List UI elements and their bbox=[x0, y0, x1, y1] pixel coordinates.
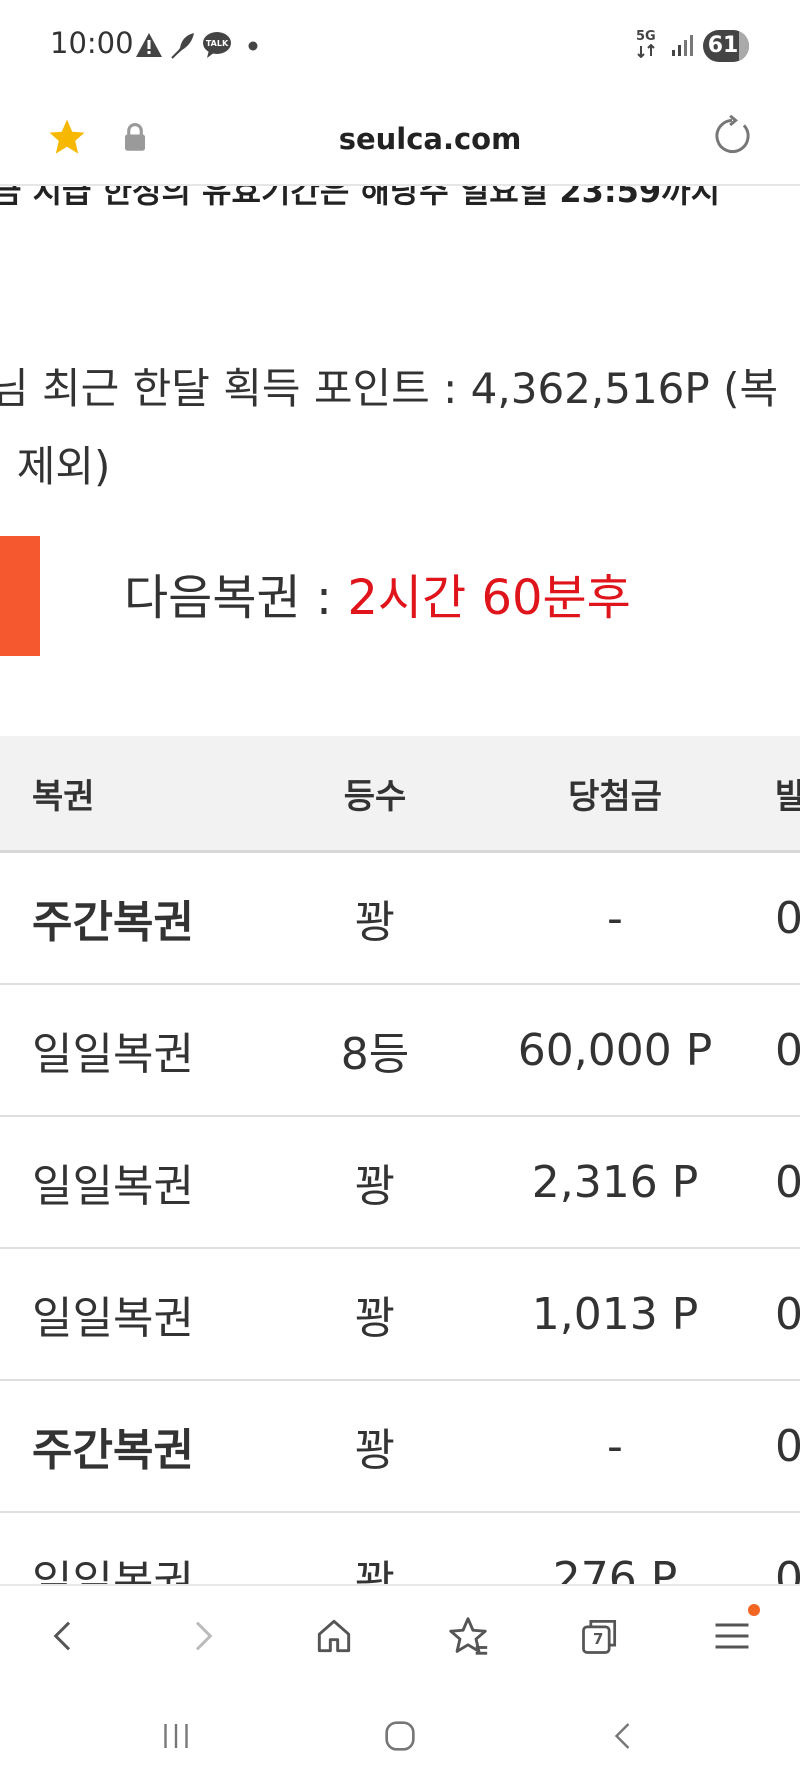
cell-prize: 60,000 P bbox=[517, 1024, 713, 1076]
cell-rank: 8등 bbox=[340, 1029, 410, 1080]
forward-button[interactable] bbox=[170, 1604, 234, 1668]
home-icon bbox=[317, 1619, 351, 1653]
menu-button[interactable] bbox=[700, 1604, 764, 1668]
system-back-icon bbox=[614, 1723, 630, 1749]
cell-rank: 꽝 bbox=[354, 1425, 396, 1476]
monthly-points-line-2: · 제외) bbox=[0, 442, 111, 491]
url-text[interactable]: seulca.com bbox=[0, 122, 800, 156]
recent-apps-icon bbox=[164, 1724, 188, 1748]
table-row: 주간복권 꽝 - 0 bbox=[0, 1381, 800, 1513]
cell-extra: 0 bbox=[775, 1420, 800, 1472]
bookmarks-star-icon bbox=[449, 1617, 488, 1655]
header-rank: 등수 bbox=[343, 776, 407, 817]
battery-icon: 61 bbox=[703, 30, 749, 62]
next-lottery-countdown: 다음복권 : 2시간 60분후 bbox=[124, 558, 631, 628]
lottery-scratch-button[interactable] bbox=[0, 536, 40, 656]
chevron-right-icon bbox=[195, 1621, 213, 1651]
warning-icon bbox=[136, 33, 162, 57]
tabs-button[interactable]: 7 bbox=[568, 1604, 632, 1668]
notice-text: 금 지급 한정의 유효기간은 해당주 일요일 23:59까지 bbox=[0, 186, 721, 210]
table-row: 주간복권 꽝 - 0 bbox=[0, 853, 800, 985]
tab-count: 7 bbox=[593, 1630, 604, 1648]
table-row: 일일복권 꽝 276 P 0 bbox=[0, 1513, 800, 1585]
cell-prize: - bbox=[607, 1420, 623, 1472]
next-lottery-label: 다음복권 : bbox=[124, 570, 348, 626]
cell-rank: 꽝 bbox=[354, 1293, 396, 1344]
chevron-left-icon bbox=[53, 1621, 71, 1651]
cell-rank: 꽝 bbox=[354, 1557, 396, 1584]
page-content: 금 지급 한정의 유효기간은 해당주 일요일 23:59까지 님 최근 한달 획… bbox=[0, 186, 800, 1584]
network-label: 5G bbox=[636, 29, 656, 44]
header-prize: 당첨금 bbox=[568, 776, 662, 817]
system-back-button[interactable] bbox=[594, 1706, 654, 1766]
cell-lottery-type: 일일복권 bbox=[32, 1293, 194, 1344]
header-lottery: 복권 bbox=[32, 776, 95, 817]
cell-extra: 0 bbox=[775, 892, 800, 944]
cell-lottery-type: 일일복권 bbox=[32, 1161, 194, 1212]
cell-extra: 0 bbox=[775, 1156, 800, 1208]
next-lottery-time: 2시간 60분후 bbox=[347, 570, 631, 626]
cell-lottery-type: 주간복권 bbox=[32, 897, 194, 948]
system-home-icon bbox=[385, 1721, 415, 1751]
hamburger-menu-icon bbox=[715, 1623, 749, 1649]
cell-prize: - bbox=[607, 892, 623, 944]
notification-dot-icon bbox=[248, 41, 258, 51]
address-bar: seulca.com bbox=[0, 92, 800, 186]
cell-extra: 0 bbox=[775, 1552, 800, 1585]
data-arrows-icon bbox=[637, 43, 655, 59]
kakaotalk-icon: TALK bbox=[203, 32, 231, 58]
cell-rank: 꽝 bbox=[354, 897, 396, 948]
table-row: 일일복권 꽝 2,316 P 0 bbox=[0, 1117, 800, 1249]
cell-extra: 0 bbox=[775, 1024, 800, 1076]
system-nav-bar bbox=[0, 1684, 800, 1784]
table-row: 일일복권 꽝 1,013 P 0 bbox=[0, 1249, 800, 1381]
home-button[interactable] bbox=[302, 1604, 366, 1668]
browser-bottom-nav: 7 bbox=[0, 1584, 800, 1686]
system-home-button[interactable] bbox=[370, 1706, 430, 1766]
signal-icon bbox=[672, 35, 693, 56]
table-row: 일일복권 8등 60,000 P 0 bbox=[0, 985, 800, 1117]
cell-lottery-type: 일일복권 bbox=[32, 1029, 194, 1080]
feather-app-icon bbox=[171, 33, 194, 59]
network-5g-icon: 5G bbox=[636, 30, 664, 62]
battery-level: 61 bbox=[707, 33, 739, 58]
back-button[interactable] bbox=[32, 1604, 96, 1668]
monthly-points-line-1: 님 최근 한달 획득 포인트 : 4,362,516P (복 bbox=[0, 364, 779, 413]
cell-extra: 0 bbox=[775, 1288, 800, 1340]
cell-lottery-type: 주간복권 bbox=[32, 1425, 194, 1476]
bookmarks-button[interactable] bbox=[436, 1604, 500, 1668]
table-header: 복권 등수 당첨금 발 bbox=[0, 736, 800, 853]
lottery-history-table: 복권 등수 당첨금 발 주간복권 꽝 - 0 일일복권 8등 60,000 P … bbox=[0, 736, 800, 1584]
svg-text:TALK: TALK bbox=[206, 39, 229, 48]
cell-prize: 276 P bbox=[552, 1552, 678, 1585]
status-bar: 10:00 TALK 5G 61 bbox=[0, 0, 800, 92]
menu-notification-dot bbox=[748, 1604, 760, 1616]
reload-icon[interactable] bbox=[710, 114, 754, 158]
monthly-points-text: 님 최근 한달 획득 포인트 : 4,362,516P (복 · 제외) bbox=[0, 350, 778, 506]
cell-prize: 1,013 P bbox=[531, 1288, 699, 1340]
cell-rank: 꽝 bbox=[354, 1161, 396, 1212]
cell-prize: 2,316 P bbox=[531, 1156, 699, 1208]
recent-apps-button[interactable] bbox=[146, 1706, 206, 1766]
cell-lottery-type: 일일복권 bbox=[32, 1557, 194, 1584]
status-time: 10:00 bbox=[50, 26, 134, 60]
header-extra: 발 bbox=[775, 776, 800, 817]
